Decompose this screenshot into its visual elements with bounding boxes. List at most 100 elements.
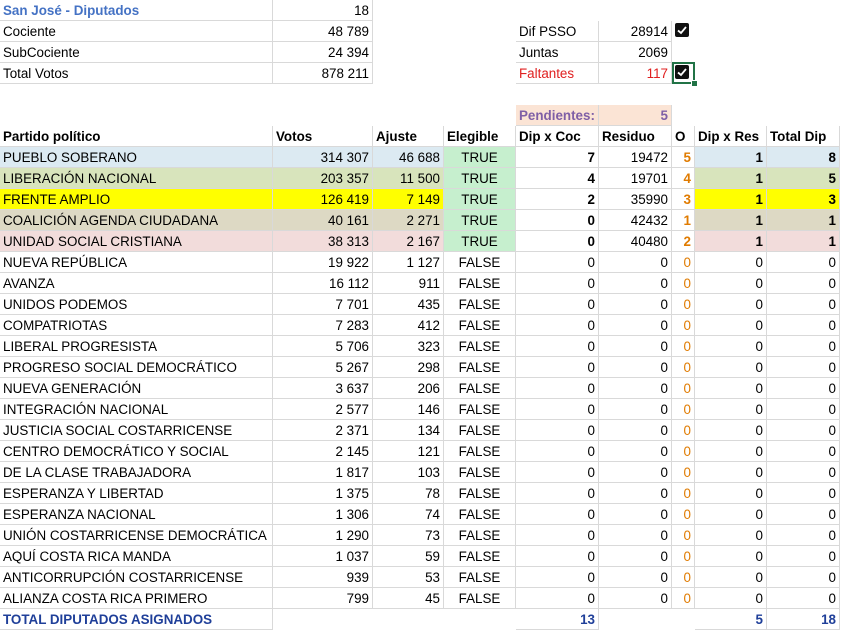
table-cell-votos[interactable]: 16 112 [273,273,373,294]
table-cell-elegible[interactable]: FALSE [444,273,516,294]
col-header-elegible[interactable]: Elegible [444,126,516,147]
table-cell-dipres[interactable]: 1 [695,231,767,252]
table-cell-residuo[interactable]: 40480 [599,231,672,252]
table-cell-party[interactable]: UNIÓN COSTARRICENSE DEMOCRÁTICA [0,525,273,546]
table-cell-elegible[interactable]: TRUE [444,189,516,210]
col-header-partido[interactable]: Partido político [0,126,273,147]
totals-label[interactable]: TOTAL DIPUTADOS ASIGNADOS [0,609,273,630]
table-cell-votos[interactable]: 2 371 [273,420,373,441]
table-cell-votos[interactable]: 1 037 [273,546,373,567]
table-cell-residuo[interactable]: 0 [599,399,672,420]
pendientes-value[interactable]: 5 [599,105,672,126]
table-cell-elegible[interactable]: FALSE [444,399,516,420]
table-cell-total[interactable]: 8 [767,147,840,168]
table-cell-dipres[interactable]: 0 [695,462,767,483]
table-cell-elegible[interactable]: FALSE [444,462,516,483]
table-cell-ajuste[interactable]: 121 [373,441,444,462]
table-cell-residuo[interactable]: 19701 [599,168,672,189]
table-cell-elegible[interactable]: TRUE [444,168,516,189]
table-cell-elegible[interactable]: TRUE [444,231,516,252]
table-cell-dipres[interactable]: 0 [695,441,767,462]
table-cell-total[interactable]: 0 [767,315,840,336]
table-cell-o[interactable]: 3 [672,189,695,210]
table-cell-votos[interactable]: 203 357 [273,168,373,189]
table-cell-o[interactable]: 0 [672,315,695,336]
table-cell-residuo[interactable]: 0 [599,525,672,546]
table-cell-o[interactable]: 0 [672,546,695,567]
table-cell-o[interactable]: 0 [672,357,695,378]
table-cell-dipcoc[interactable]: 0 [516,294,599,315]
table-cell-total[interactable]: 0 [767,294,840,315]
table-cell-ajuste[interactable]: 45 [373,588,444,609]
table-cell-residuo[interactable]: 0 [599,504,672,525]
table-cell-votos[interactable]: 314 307 [273,147,373,168]
table-cell-ajuste[interactable]: 73 [373,525,444,546]
table-cell-total[interactable]: 0 [767,252,840,273]
table-cell-dipcoc[interactable]: 0 [516,483,599,504]
table-cell-total[interactable]: 0 [767,420,840,441]
table-cell-dipres[interactable]: 0 [695,252,767,273]
table-cell-elegible[interactable]: TRUE [444,147,516,168]
table-cell-elegible[interactable]: FALSE [444,315,516,336]
table-cell-elegible[interactable]: FALSE [444,588,516,609]
table-cell-residuo[interactable]: 35990 [599,189,672,210]
table-cell-party[interactable]: JUSTICIA SOCIAL COSTARRICENSE [0,420,273,441]
table-cell-ajuste[interactable]: 2 167 [373,231,444,252]
table-cell-ajuste[interactable]: 53 [373,567,444,588]
table-cell-dipcoc[interactable]: 0 [516,399,599,420]
table-cell-total[interactable]: 1 [767,210,840,231]
table-cell-party[interactable]: ALIANZA COSTA RICA PRIMERO [0,588,273,609]
fill-handle[interactable] [691,80,698,87]
checkbox-checked-icon[interactable] [675,65,689,79]
col-header-dipres[interactable]: Dip x Res [695,126,767,147]
table-cell-elegible[interactable]: FALSE [444,525,516,546]
table-cell-votos[interactable]: 38 313 [273,231,373,252]
table-cell-ajuste[interactable]: 7 149 [373,189,444,210]
table-cell-votos[interactable]: 799 [273,588,373,609]
table-cell-party[interactable]: COALICIÓN AGENDA CIUDADANA [0,210,273,231]
table-cell-party[interactable]: ESPERANZA Y LIBERTAD [0,483,273,504]
table-cell-total[interactable]: 5 [767,168,840,189]
table-cell-party[interactable]: UNIDOS PODEMOS [0,294,273,315]
table-cell-ajuste[interactable]: 2 271 [373,210,444,231]
table-cell-elegible[interactable]: FALSE [444,252,516,273]
table-cell-dipcoc[interactable]: 0 [516,546,599,567]
table-cell-votos[interactable]: 2 145 [273,441,373,462]
table-cell-o[interactable]: 0 [672,336,695,357]
checkbox-checked-icon[interactable] [675,23,689,37]
table-cell-dipres[interactable]: 0 [695,525,767,546]
table-cell-votos[interactable]: 1 306 [273,504,373,525]
table-cell-elegible[interactable]: FALSE [444,504,516,525]
table-cell-dipcoc[interactable]: 0 [516,525,599,546]
table-cell-dipcoc[interactable]: 4 [516,168,599,189]
table-cell-ajuste[interactable]: 78 [373,483,444,504]
table-cell-party[interactable]: LIBERAL PROGRESISTA [0,336,273,357]
table-cell-total[interactable]: 0 [767,441,840,462]
table-cell-dipres[interactable]: 0 [695,504,767,525]
table-cell-dipcoc[interactable]: 0 [516,336,599,357]
table-cell-dipcoc[interactable]: 0 [516,462,599,483]
table-cell-dipres[interactable]: 1 [695,210,767,231]
table-cell-elegible[interactable]: FALSE [444,336,516,357]
total-votos-value[interactable]: 878 211 [273,63,373,84]
table-cell-votos[interactable]: 1 375 [273,483,373,504]
table-cell-o[interactable]: 0 [672,525,695,546]
table-cell-elegible[interactable]: FALSE [444,567,516,588]
table-cell-dipres[interactable]: 0 [695,294,767,315]
table-cell-party[interactable]: FRENTE AMPLIO [0,189,273,210]
table-cell-residuo[interactable]: 0 [599,252,672,273]
table-cell-elegible[interactable]: TRUE [444,210,516,231]
table-cell-o[interactable]: 2 [672,231,695,252]
table-cell-dipres[interactable]: 0 [695,273,767,294]
table-cell-party[interactable]: AVANZA [0,273,273,294]
faltantes-value[interactable]: 117 [599,63,672,84]
sheet-title[interactable]: San José - Diputados [0,0,273,21]
juntas-value[interactable]: 2069 [599,42,672,63]
table-cell-ajuste[interactable]: 46 688 [373,147,444,168]
table-cell-dipres[interactable]: 0 [695,336,767,357]
table-cell-total[interactable]: 0 [767,273,840,294]
col-header-totaldip[interactable]: Total Dip [767,126,840,147]
table-cell-residuo[interactable]: 0 [599,294,672,315]
table-cell-ajuste[interactable]: 11 500 [373,168,444,189]
table-cell-dipcoc[interactable]: 0 [516,273,599,294]
